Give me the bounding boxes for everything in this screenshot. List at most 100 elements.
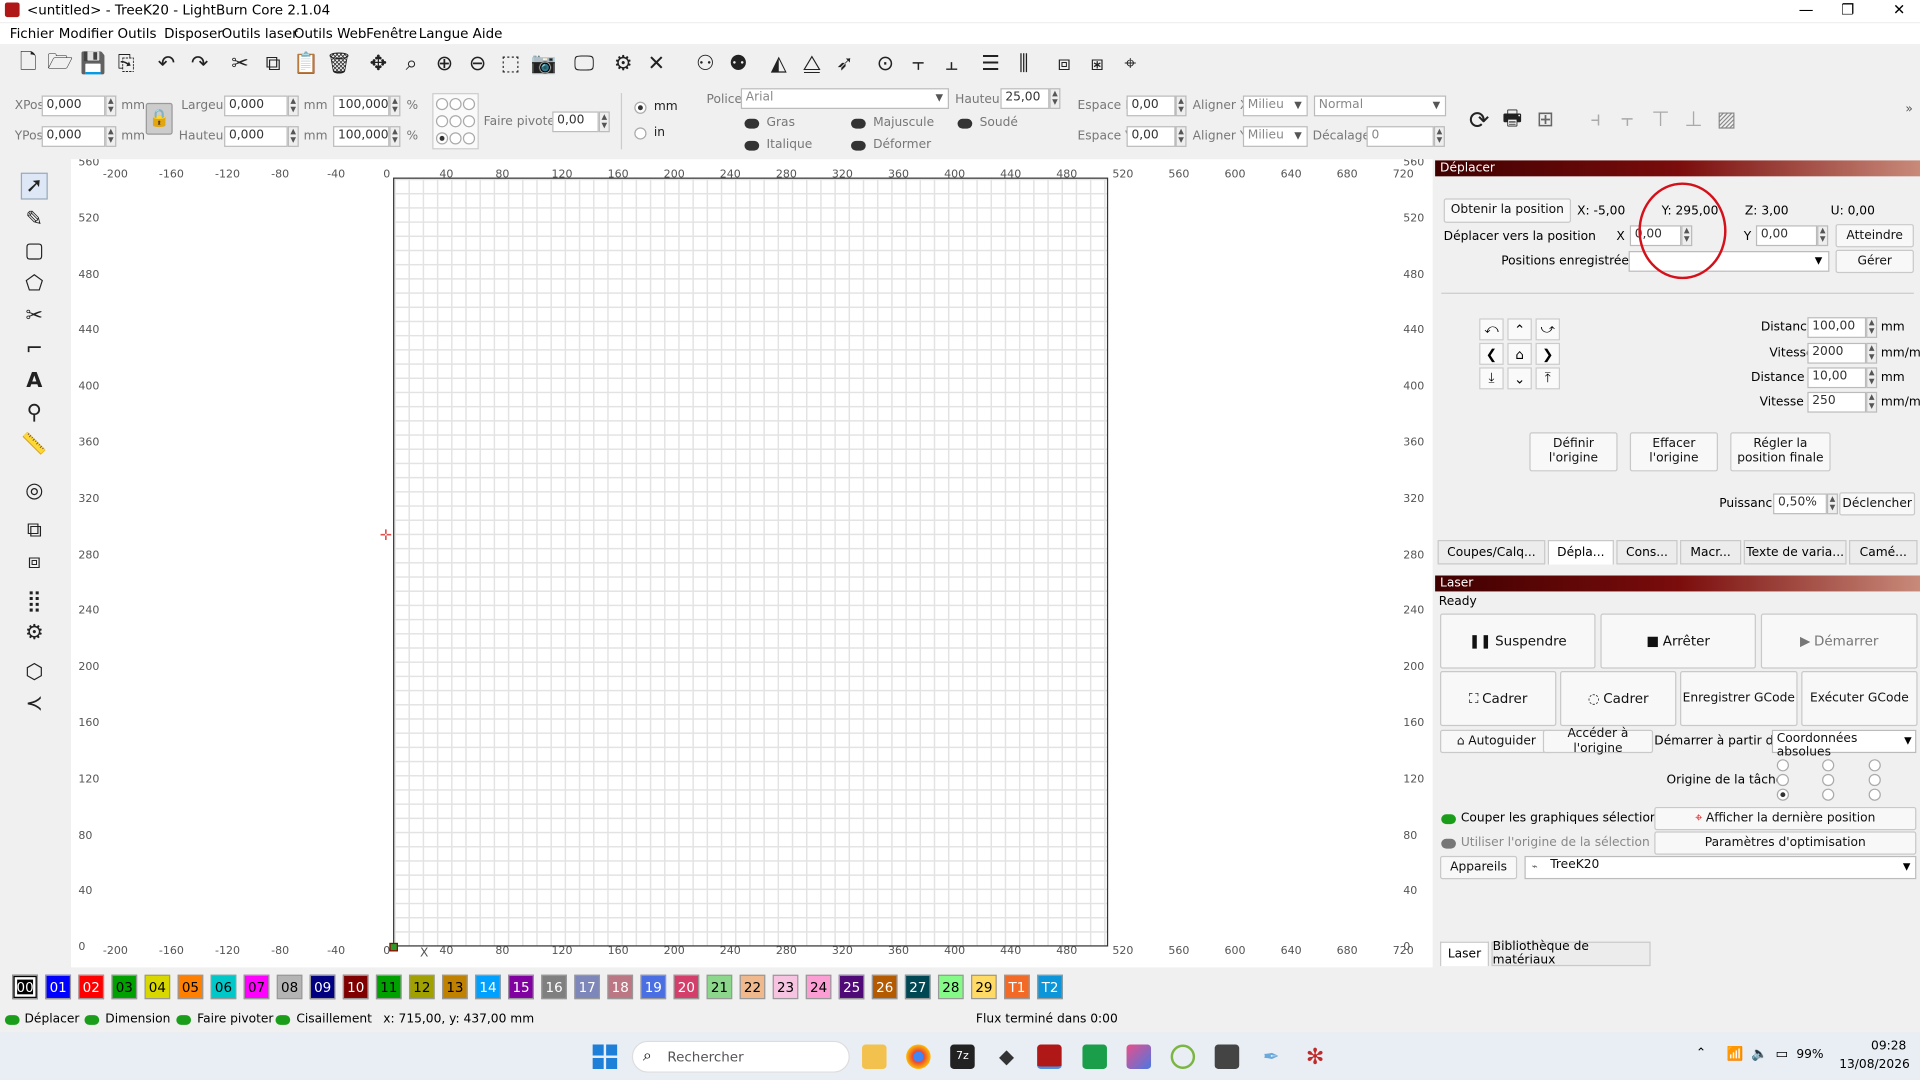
- font-height-spinner[interactable]: ▲ ▼: [1049, 88, 1061, 109]
- device-select[interactable]: TreeK20: [1524, 855, 1917, 880]
- pan-icon[interactable]: ✥: [365, 50, 392, 77]
- tab-console[interactable]: Cons...: [1616, 540, 1678, 565]
- 7zip-icon[interactable]: 7z: [950, 1044, 975, 1069]
- copy-along-icon[interactable]: ⧉: [21, 517, 48, 544]
- start-button[interactable]: ▶ Démarrer: [1760, 613, 1918, 669]
- layer-swatch[interactable]: 29: [971, 974, 997, 1000]
- text-mode-select[interactable]: Normal: [1313, 95, 1447, 117]
- job-origin-br[interactable]: [1868, 788, 1881, 801]
- menu-fenetre[interactable]: Fenêtre: [366, 26, 417, 42]
- layer-swatch[interactable]: 11: [375, 974, 402, 1000]
- printer-icon[interactable]: 🖶: [1499, 106, 1526, 134]
- measure-icon[interactable]: 📏: [21, 431, 48, 458]
- redo-icon[interactable]: ↷: [186, 50, 213, 77]
- xpos-spinner[interactable]: ▲ ▼: [105, 95, 117, 117]
- battery-icon[interactable]: ▭: [1776, 1046, 1789, 1062]
- italic-toggle[interactable]: [744, 140, 760, 151]
- run-gcode-button[interactable]: Exécuter GCode: [1801, 671, 1918, 727]
- show-last-position-button[interactable]: ⌖ Afficher la dernière position: [1654, 806, 1917, 831]
- mirror-h-icon[interactable]: ◭: [765, 50, 792, 77]
- power-field[interactable]: 0,50%: [1773, 493, 1827, 515]
- layer-swatch[interactable]: 04: [144, 974, 171, 1000]
- rotate-spinner[interactable]: ▲ ▼: [598, 111, 610, 133]
- file-explorer-icon[interactable]: [862, 1044, 887, 1069]
- layer-swatch[interactable]: 21: [706, 974, 733, 1000]
- distance-spinner[interactable]: ▲ ▼: [1866, 317, 1878, 338]
- jog-right-icon[interactable]: ❯: [1535, 342, 1561, 365]
- size-match-icon[interactable]: ⧆: [1084, 50, 1111, 77]
- weld-toggle[interactable]: [957, 118, 973, 129]
- layer-swatch[interactable]: 20: [673, 974, 700, 1000]
- go-origin-button[interactable]: Accéder à l'origine: [1542, 727, 1654, 755]
- layer-swatch[interactable]: 00: [12, 974, 38, 1000]
- optimization-settings-button[interactable]: Paramètres d'optimisation: [1654, 831, 1917, 855]
- tab-move[interactable]: Dépla...: [1547, 540, 1614, 565]
- zoom-in-icon[interactable]: ⊕: [431, 50, 458, 77]
- rotary-icon[interactable]: ⟳: [1466, 105, 1493, 134]
- cut-icon[interactable]: ✂: [227, 50, 254, 77]
- ypos-spinner[interactable]: ▲ ▼: [105, 126, 117, 147]
- tab-macros[interactable]: Macr...: [1680, 540, 1742, 565]
- cut-selected-toggle[interactable]: [1441, 814, 1456, 825]
- paste-icon[interactable]: 📋: [293, 50, 320, 77]
- tab-variable-text[interactable]: Texte de varia...: [1743, 540, 1847, 565]
- chrome-icon[interactable]: [906, 1044, 931, 1069]
- home-button[interactable]: ⌂ Autoguider: [1440, 729, 1553, 754]
- jog-up-right-icon[interactable]: ⤻: [1535, 318, 1561, 341]
- get-position-button[interactable]: Obtenir la position: [1443, 198, 1572, 223]
- layer-swatch[interactable]: 24: [805, 974, 832, 1000]
- clock-time[interactable]: 09:28: [1871, 1040, 1906, 1053]
- lightburn-taskbar-icon[interactable]: [1037, 1044, 1062, 1069]
- tools-icon[interactable]: ✕: [643, 50, 670, 77]
- upper-toggle[interactable]: [851, 118, 866, 129]
- power-spinner[interactable]: ▲ ▼: [1826, 493, 1838, 515]
- distribute-v-icon[interactable]: ☰: [977, 50, 1004, 77]
- space-v-spinner[interactable]: ▲ ▼: [1175, 126, 1187, 147]
- layer-swatch[interactable]: 18: [607, 974, 634, 1000]
- speed-field[interactable]: 2000: [1807, 342, 1867, 364]
- layer-swatch[interactable]: 23: [772, 974, 799, 1000]
- distance-field[interactable]: 100,00: [1807, 317, 1867, 338]
- anchor-tc[interactable]: [449, 97, 462, 111]
- tab-camera[interactable]: Camé...: [1848, 540, 1918, 565]
- inkscape-icon[interactable]: ◆: [994, 1044, 1018, 1068]
- import-icon[interactable]: ⎘: [113, 50, 140, 77]
- layer-swatch[interactable]: 10: [342, 974, 369, 1000]
- fire-button[interactable]: Déclencher: [1839, 492, 1916, 516]
- width-percent-field[interactable]: 100,000: [333, 95, 390, 117]
- expand-chevron-icon[interactable]: »: [1905, 103, 1913, 116]
- pause-button[interactable]: ❚❚ Suspendre: [1440, 613, 1596, 669]
- anchor-mr[interactable]: [462, 115, 476, 128]
- edit-nodes-icon[interactable]: ✂: [21, 302, 48, 329]
- texture-icon[interactable]: ▨: [1713, 107, 1740, 134]
- bold-toggle[interactable]: [744, 118, 760, 129]
- job-origin-tl[interactable]: [1776, 759, 1789, 772]
- distance-z-spinner[interactable]: ▲ ▼: [1866, 367, 1878, 389]
- speed-z-spinner[interactable]: ▲ ▼: [1866, 391, 1878, 413]
- layer-swatch[interactable]: 07: [243, 974, 270, 1000]
- start-from-select[interactable]: Coordonnées absolues: [1771, 729, 1917, 759]
- ypos-field[interactable]: 0,000: [41, 126, 106, 147]
- layer-swatch[interactable]: 09: [309, 974, 336, 1000]
- distance-z-field[interactable]: 10,00: [1807, 367, 1867, 389]
- layer-swatch[interactable]: 16: [541, 974, 567, 1000]
- size-mode-toggle[interactable]: [84, 1015, 100, 1025]
- copy-icon[interactable]: ⧉: [260, 50, 287, 77]
- layer-swatch[interactable]: 17: [574, 974, 601, 1000]
- zoom-fit-icon[interactable]: ⌕: [398, 50, 425, 77]
- jog-left-icon[interactable]: ❮: [1479, 342, 1504, 365]
- space-h-spinner[interactable]: ▲ ▼: [1175, 95, 1187, 117]
- anchor-ml[interactable]: [435, 115, 449, 128]
- globe-app-icon[interactable]: [1170, 1044, 1196, 1069]
- rotate-mode-toggle[interactable]: [176, 1015, 192, 1025]
- align-top-icon[interactable]: ⊤: [1647, 107, 1674, 134]
- align-right-icon[interactable]: ⫟: [1614, 107, 1641, 134]
- frame-icon[interactable]: ⌐: [21, 336, 48, 363]
- align-left-icon[interactable]: ⫞: [1582, 107, 1609, 134]
- volume-icon[interactable]: 🔈: [1751, 1046, 1768, 1062]
- tray-chevron-up-icon[interactable]: ⌃: [1696, 1047, 1706, 1060]
- layer-swatch[interactable]: 22: [739, 974, 766, 1000]
- devices-button[interactable]: Appareils: [1440, 855, 1518, 880]
- space-v-field[interactable]: 0,00: [1126, 126, 1176, 147]
- gear-red-app-icon[interactable]: ✻: [1303, 1044, 1327, 1070]
